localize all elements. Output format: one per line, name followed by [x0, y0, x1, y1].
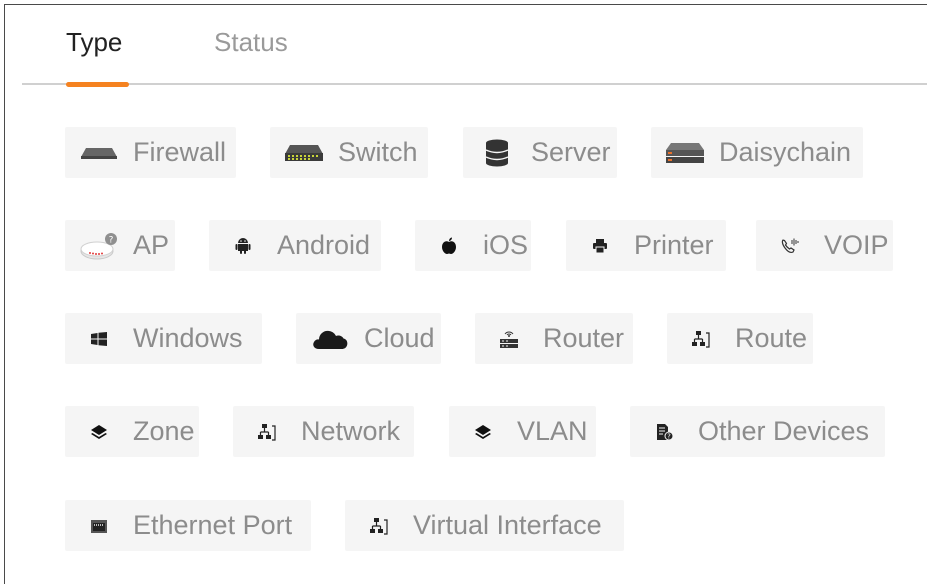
filter-ap[interactable]: ? AP	[65, 220, 175, 271]
svg-text:?: ?	[109, 235, 114, 245]
filter-label: Network	[301, 416, 401, 446]
filter-network[interactable]: Network	[233, 406, 414, 457]
daisychain-icon	[651, 127, 719, 178]
filter-label: AP	[133, 230, 170, 260]
filter-firewall[interactable]: Firewall	[65, 127, 236, 178]
filter-label: Ethernet Port	[133, 510, 293, 540]
filter-switch[interactable]: Switch	[270, 127, 428, 178]
filter-ios[interactable]: iOS	[415, 220, 531, 271]
android-icon	[209, 220, 277, 271]
filter-server[interactable]: Server	[463, 127, 617, 178]
active-tab-indicator	[66, 82, 129, 87]
network-icon	[233, 406, 301, 457]
filter-label: Other Devices	[698, 416, 870, 446]
filter-label: Server	[531, 137, 611, 167]
apple-icon	[415, 220, 483, 271]
filter-ethernet-port[interactable]: Ethernet Port	[65, 500, 311, 551]
filter-vlan[interactable]: VLAN	[449, 406, 596, 457]
tab-type[interactable]: Type	[66, 27, 122, 58]
filter-router[interactable]: Router	[475, 313, 633, 364]
filter-label: Windows	[133, 323, 243, 353]
filter-label: Cloud	[364, 323, 435, 353]
filter-label: Printer	[634, 230, 714, 260]
filter-label: Firewall	[133, 137, 227, 167]
router-icon	[475, 313, 543, 364]
voip-phone-icon	[756, 220, 824, 271]
tab-status[interactable]: Status	[214, 27, 288, 58]
server-icon	[463, 127, 531, 178]
filter-label: Android	[277, 230, 371, 260]
tab-divider	[22, 83, 927, 85]
virtual-interface-icon	[345, 500, 413, 551]
filter-other-devices[interactable]: ? Other Devices	[630, 406, 885, 457]
tab-bar: Type Status	[5, 5, 927, 87]
filter-label: Daisychain	[719, 137, 852, 167]
filter-label: iOS	[483, 230, 529, 260]
filter-printer[interactable]: Printer	[566, 220, 726, 271]
switch-icon	[270, 127, 338, 178]
route-icon	[667, 313, 735, 364]
cloud-icon	[296, 313, 364, 364]
filter-label: Zone	[133, 416, 195, 446]
vlan-layers-icon	[449, 406, 517, 457]
filter-windows[interactable]: Windows	[65, 313, 262, 364]
svg-text:?: ?	[667, 432, 671, 440]
filter-label: Route	[735, 323, 808, 353]
ethernet-port-icon	[65, 500, 133, 551]
other-devices-icon: ?	[630, 406, 698, 457]
filter-zone[interactable]: Zone	[65, 406, 199, 457]
filter-label: VOIP	[824, 230, 889, 260]
windows-icon	[65, 313, 133, 364]
filter-daisychain[interactable]: Daisychain	[651, 127, 863, 178]
filter-label: VLAN	[517, 416, 588, 446]
filter-virtual-interface[interactable]: Virtual Interface	[345, 500, 624, 551]
filter-label: Switch	[338, 137, 418, 167]
access-point-icon: ?	[65, 220, 133, 271]
filter-route[interactable]: Route	[667, 313, 813, 364]
filter-label: Router	[543, 323, 625, 353]
zone-layers-icon	[65, 406, 133, 457]
filter-panel: Type Status Firewall Switch Server Daisy…	[4, 4, 927, 584]
firewall-icon	[65, 127, 133, 178]
filter-android[interactable]: Android	[209, 220, 381, 271]
filter-cloud[interactable]: Cloud	[296, 313, 441, 364]
filter-voip[interactable]: VOIP	[756, 220, 893, 271]
filter-label: Virtual Interface	[413, 510, 602, 540]
printer-icon	[566, 220, 634, 271]
